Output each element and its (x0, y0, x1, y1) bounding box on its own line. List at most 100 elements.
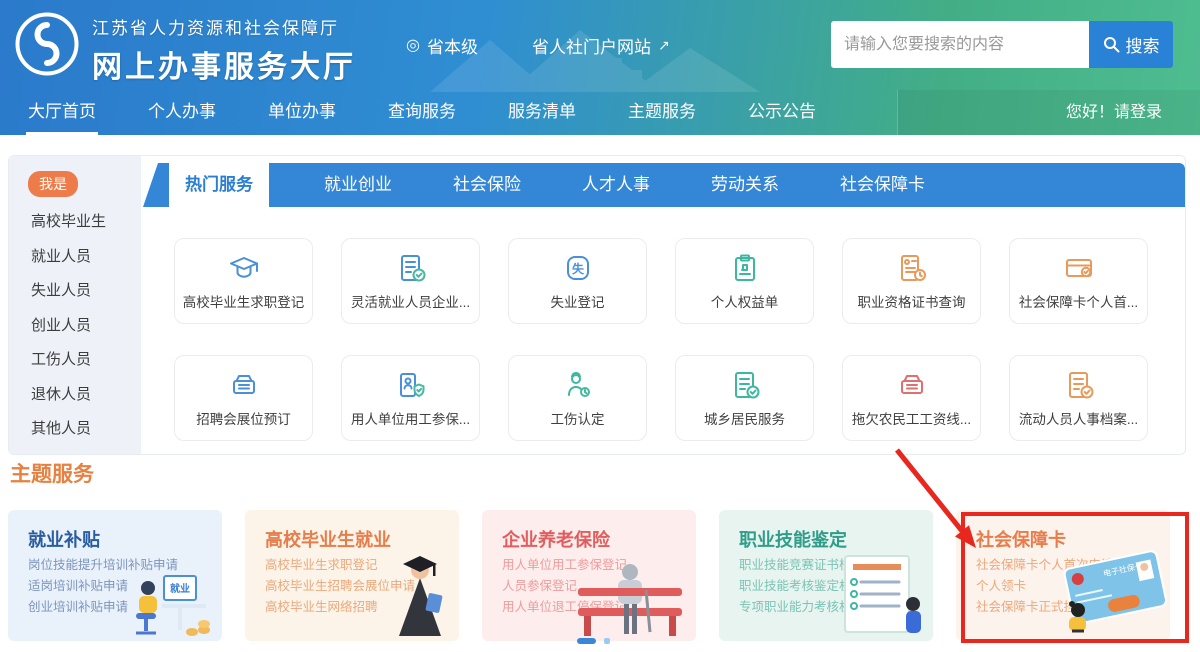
role-items: 高校毕业生就业人员失业人员创业人员工伤人员退休人员其他人员 (31, 210, 106, 438)
portal-link[interactable]: 省人社门户网站 ↗ (532, 0, 670, 90)
service-label: 高校毕业生求职登记 (183, 291, 305, 311)
service-card[interactable]: 个人权益单 (675, 238, 814, 324)
certificate-icon (896, 252, 928, 284)
nav-item-3[interactable]: 单位办事 (268, 90, 336, 135)
sidebar-item-1[interactable]: 高校毕业生 (31, 210, 106, 231)
theme-card-link[interactable]: 社会保障卡个人首次申请 (976, 557, 1114, 574)
search-button-label: 搜索 (1126, 32, 1160, 57)
service-card[interactable]: 社会保障卡个人首... (1009, 238, 1148, 324)
tab-1[interactable]: 热门服务 (169, 163, 269, 207)
theme-card-link[interactable]: 用人单位用工参保登记 (502, 557, 627, 574)
resident-doc-icon (729, 369, 761, 401)
theme-card-link[interactable]: 岗位技能提升培训补贴申请 (28, 557, 178, 574)
nav-item-4[interactable]: 查询服务 (388, 90, 456, 135)
org-title: 江苏省人力资源和社会保障厅 (92, 14, 356, 39)
service-label: 工伤认定 (551, 408, 605, 428)
tab-3[interactable]: 社会保险 (447, 163, 527, 207)
tab-5[interactable]: 劳动关系 (705, 163, 785, 207)
theme-card-link[interactable]: 职业技能考核鉴定机构备案 (739, 578, 889, 595)
region-label: 省本级 (427, 33, 478, 58)
theme-card-row: 就业补贴岗位技能提升培训补贴申请适岗培训补贴申请创业培训补贴申请就业高校毕业生就… (8, 510, 1170, 641)
sidebar-item-2[interactable]: 就业人员 (31, 245, 106, 266)
social-card-icon (1063, 252, 1095, 284)
service-card[interactable]: 用人单位用工参保... (341, 355, 480, 441)
pagination-dot-active[interactable] (577, 638, 596, 644)
nav-items: 大厅首页 个人办事 单位办事 查询服务 服务清单 主题服务 公示公告 (28, 90, 816, 135)
service-label: 失业登记 (551, 291, 605, 311)
theme-card-link[interactable]: 用人单位退工停保登记 (502, 599, 627, 616)
pagination-dot[interactable] (604, 638, 610, 644)
theme-card-1[interactable]: 就业补贴岗位技能提升培训补贴申请适岗培训补贴申请创业培训补贴申请就业 (8, 510, 222, 641)
theme-card-links: 岗位技能提升培训补贴申请适岗培训补贴申请创业培训补贴申请 (28, 557, 178, 616)
sidebar-item-5[interactable]: 工伤人员 (31, 348, 106, 369)
service-card[interactable]: 失失业登记 (508, 238, 647, 324)
service-card[interactable]: 拖欠农民工工资线... (842, 355, 981, 441)
service-card[interactable]: 招聘会展位预订 (174, 355, 313, 441)
theme-card-2[interactable]: 高校毕业生就业高校毕业生求职登记高校毕业生招聘会展位申请高校毕业生网络招聘 (245, 510, 459, 641)
theme-card-link[interactable]: 高校毕业生招聘会展位申请 (265, 578, 415, 595)
nav-item-2[interactable]: 个人办事 (148, 90, 216, 135)
service-card[interactable]: 工伤认定 (508, 355, 647, 441)
theme-card-link[interactable]: 高校毕业生求职登记 (265, 557, 415, 574)
theme-card-link[interactable]: 社会保障卡正式挂失 (976, 599, 1114, 616)
service-label: 招聘会展位预订 (196, 408, 291, 428)
service-card[interactable]: 灵活就业人员企业... (341, 238, 480, 324)
theme-card-link[interactable]: 适岗培训补贴申请 (28, 578, 178, 595)
sidebar-item-3[interactable]: 失业人员 (31, 279, 106, 300)
external-link-icon: ↗ (658, 37, 670, 54)
worker-icon (562, 369, 594, 401)
theme-card-links: 用人单位用工参保登记人员参保登记用人单位退工停保登记 (502, 557, 627, 616)
login-link[interactable]: 您好！请登录 (1066, 90, 1162, 135)
sidebar-item-4[interactable]: 创业人员 (31, 314, 106, 335)
theme-card-3[interactable]: 企业养老保险用人单位用工参保登记人员参保登记用人单位退工停保登记 (482, 510, 696, 641)
theme-card-4[interactable]: 职业技能鉴定职业技能竞赛证书核发职业技能考核鉴定机构备案专项职业能力考核机构备案 (719, 510, 933, 641)
service-label: 拖欠农民工工资线... (852, 408, 971, 428)
service-label: 社会保障卡个人首... (1019, 291, 1138, 311)
search-button[interactable]: 搜索 (1089, 21, 1173, 68)
page: 江苏省人力资源和社会保障厅 网上办事服务大厅 ◎ 省本级 省人社门户网站 ↗ 搜 (0, 0, 1200, 652)
theme-card-link[interactable]: 个人领卡 (976, 578, 1114, 595)
theme-card-title: 社会保障卡 (976, 526, 1066, 552)
service-card[interactable]: 流动人员人事档案... (1009, 355, 1148, 441)
theme-card-link[interactable]: 人员参保登记 (502, 578, 627, 595)
portal-label: 省人社门户网站 (532, 33, 651, 58)
nav-item-6[interactable]: 主题服务 (628, 90, 696, 135)
nav-item-5[interactable]: 服务清单 (508, 90, 576, 135)
service-grid: 高校毕业生求职登记 灵活就业人员企业... 失失业登记个人权益单职业资格证书查询 社会… (174, 238, 1146, 441)
service-card[interactable]: 职业资格证书查询 (842, 238, 981, 324)
sidebar-item-7[interactable]: 其他人员 (31, 417, 106, 438)
theme-card-title: 职业技能鉴定 (739, 526, 847, 552)
tab-2[interactable]: 就业创业 (318, 163, 398, 207)
header-top: 江苏省人力资源和社会保障厅 网上办事服务大厅 ◎ 省本级 省人社门户网站 ↗ 搜 (0, 0, 1200, 90)
search-input[interactable] (831, 21, 1089, 68)
nav-item-1[interactable]: 大厅首页 (28, 90, 96, 135)
service-label: 城乡居民服务 (704, 408, 785, 428)
site-title: 网上办事服务大厅 (92, 42, 356, 86)
theme-card-link[interactable]: 创业培训补贴申请 (28, 599, 178, 616)
theme-card-links: 高校毕业生求职登记高校毕业生招聘会展位申请高校毕业生网络招聘 (265, 557, 415, 616)
role-sidebar: 我是 高校毕业生就业人员失业人员创业人员工伤人员退休人员其他人员 (9, 156, 141, 454)
role-badge: 我是 (28, 171, 78, 197)
clipboard-icon (729, 252, 761, 284)
nav-item-7[interactable]: 公示公告 (748, 90, 816, 135)
service-label: 职业资格证书查询 (858, 291, 966, 311)
theme-card-title: 就业补贴 (28, 526, 100, 552)
service-card[interactable]: 城乡居民服务 (675, 355, 814, 441)
theme-card-link[interactable]: 高校毕业生网络招聘 (265, 599, 415, 616)
service-card[interactable]: 高校毕业生求职登记 (174, 238, 313, 324)
theme-card-5[interactable]: 社会保障卡社会保障卡个人首次申请个人领卡社会保障卡正式挂失电子社保卡 (956, 510, 1170, 641)
theme-section-title: 主题服务 (10, 458, 94, 488)
tab-4[interactable]: 人才人事 (576, 163, 656, 207)
sidebar-item-6[interactable]: 退休人员 (31, 383, 106, 404)
tab-6[interactable]: 社会保障卡 (834, 163, 931, 207)
agency-logo[interactable] (14, 11, 80, 77)
theme-card-title: 企业养老保险 (502, 526, 610, 552)
hot-services-panel: 我是 高校毕业生就业人员失业人员创业人员工伤人员退休人员其他人员 热门服务 就业创… (8, 155, 1186, 455)
theme-card-link[interactable]: 专项职业能力考核机构备案 (739, 599, 889, 616)
region-selector[interactable]: ◎ 省本级 (406, 0, 478, 90)
theme-card-link[interactable]: 职业技能竞赛证书核发 (739, 557, 889, 574)
theme-card-links: 社会保障卡个人首次申请个人领卡社会保障卡正式挂失 (976, 557, 1114, 616)
site-titles: 江苏省人力资源和社会保障厅 网上办事服务大厅 (92, 14, 356, 86)
service-label: 用人单位用工参保... (351, 408, 470, 428)
tab-row: 热门服务 就业创业 社会保险 人才人事 劳动关系 社会保障卡 (169, 163, 931, 207)
